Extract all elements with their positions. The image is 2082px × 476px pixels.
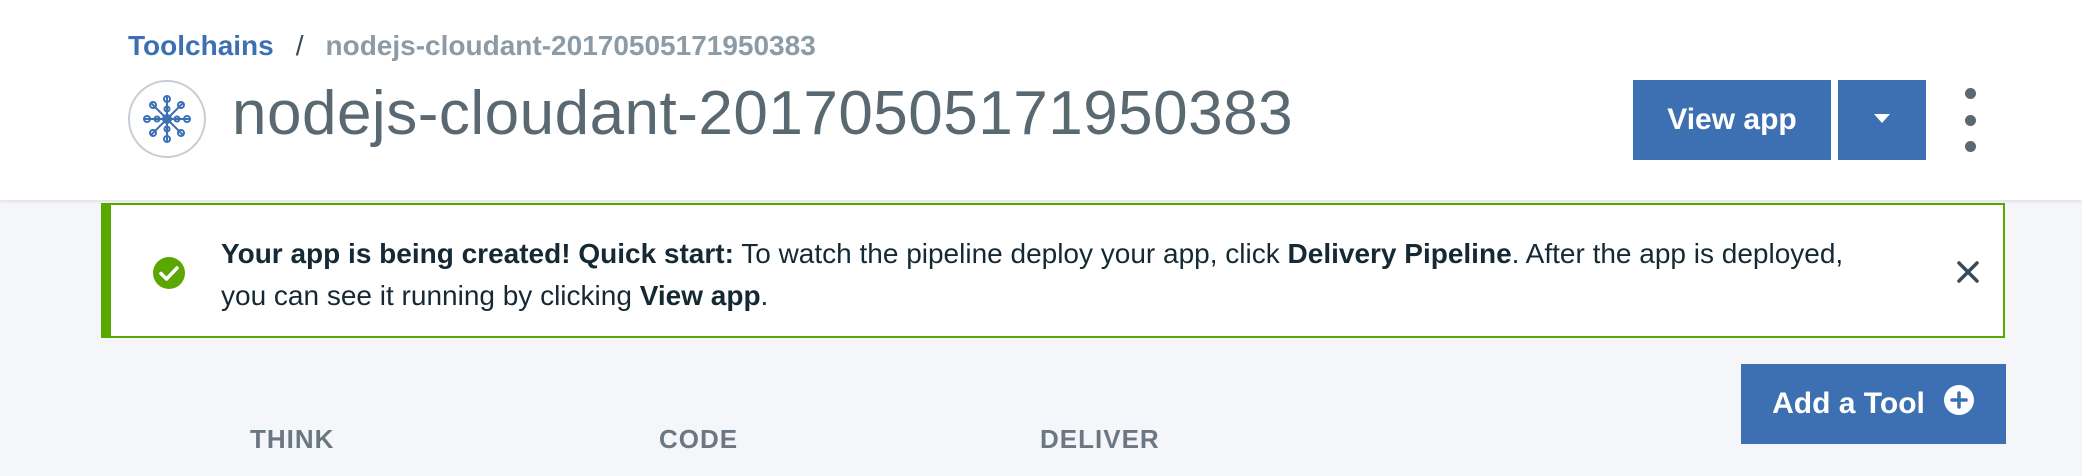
success-notification: Your app is being created! Quick start: … [101, 203, 2005, 338]
breadcrumb-toolchains-link[interactable]: Toolchains [128, 30, 274, 62]
breadcrumb: Toolchains / nodejs-cloudant-20170505171… [128, 30, 816, 62]
kebab-icon-dot [1964, 114, 1976, 126]
kebab-icon-dot [1964, 141, 1976, 152]
column-header-think: THINK [250, 424, 335, 454]
notification-message: Your app is being created! Quick start: … [221, 233, 1861, 317]
add-tool-label: Add a Tool [1772, 387, 1925, 420]
caret-down-icon [1872, 113, 1892, 128]
kebab-icon-dot [1964, 88, 1976, 99]
breadcrumb-separator: / [295, 30, 304, 61]
overflow-menu-button[interactable] [1956, 88, 1984, 152]
breadcrumb-current: nodejs-cloudant-20170505171950383 [325, 30, 816, 61]
view-app-button[interactable]: View app [1633, 80, 1831, 160]
view-app-dropdown-button[interactable] [1838, 80, 1926, 160]
close-icon[interactable] [1953, 257, 1983, 287]
page-title: nodejs-cloudant-20170505171950383 [232, 79, 1294, 148]
checkmark-icon [153, 257, 185, 289]
add-tool-button[interactable]: Add a Tool [1741, 364, 2006, 444]
delivery-pipeline-text: Delivery Pipeline [1287, 238, 1512, 269]
toolchain-icon [128, 80, 206, 158]
notification-heading: Your app is being created! Quick start: [221, 238, 734, 269]
view-app-text: View app [639, 280, 761, 311]
plus-circle-icon [1943, 384, 1975, 424]
notification-text: To watch the pipeline deploy your app, c… [733, 238, 1288, 269]
column-header-deliver: DELIVER [1040, 424, 1160, 454]
column-header-code: CODE [659, 424, 739, 454]
notification-text: . [760, 280, 769, 311]
page-header: Toolchains / nodejs-cloudant-20170505171… [0, 0, 2082, 200]
